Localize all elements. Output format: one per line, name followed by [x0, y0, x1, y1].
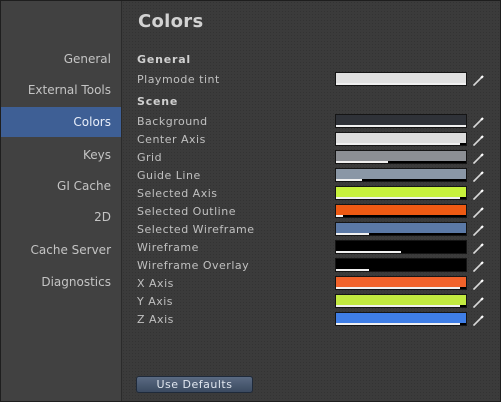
alpha-bar [336, 251, 466, 253]
alpha-bar [336, 233, 466, 235]
eyedropper-icon[interactable] [472, 72, 486, 86]
color-swatch-fill [336, 277, 466, 287]
color-swatch-fill [336, 187, 466, 197]
alpha-bar-fill [336, 269, 369, 271]
alpha-bar [336, 161, 466, 163]
sidebar-item-diagnostics[interactable]: Diagnostics [1, 267, 121, 297]
eyedropper-icon[interactable] [472, 168, 486, 182]
alpha-bar [336, 83, 466, 85]
alpha-bar-fill [336, 125, 466, 127]
color-label-wireframe: Wireframe [137, 241, 199, 254]
color-swatch-fill [336, 169, 466, 179]
color-label-z-axis: Z Axis [137, 313, 174, 326]
color-label-selected-axis: Selected Axis [137, 187, 218, 200]
eyedropper-icon[interactable] [472, 240, 486, 254]
color-swatch-grid[interactable] [335, 150, 467, 164]
alpha-bar-fill [336, 305, 460, 307]
color-swatch-fill [336, 133, 466, 143]
color-swatch-z-axis[interactable] [335, 312, 467, 326]
eyedropper-icon[interactable] [472, 114, 486, 128]
eyedropper-icon[interactable] [472, 204, 486, 218]
sidebar-item-keys[interactable]: Keys [1, 140, 121, 170]
section-header-general: General [137, 53, 191, 66]
color-label-selected-wireframe: Selected Wireframe [137, 223, 255, 236]
color-swatch-y-axis[interactable] [335, 294, 467, 308]
eyedropper-icon[interactable] [472, 276, 486, 290]
color-label-x-axis: X Axis [137, 277, 174, 290]
alpha-bar-fill [336, 83, 466, 85]
color-swatch-wireframe[interactable] [335, 240, 467, 254]
alpha-bar [336, 125, 466, 127]
eyedropper-icon[interactable] [472, 312, 486, 326]
color-label-selected-outline: Selected Outline [137, 205, 236, 218]
sidebar-item-cache-server[interactable]: Cache Server [1, 235, 121, 265]
color-swatch-fill [336, 313, 466, 323]
page-title: Colors [138, 11, 204, 32]
color-label-background: Background [137, 115, 208, 128]
alpha-bar [336, 143, 466, 145]
color-swatch-wireframe-overlay[interactable] [335, 258, 467, 272]
sidebar-item-2d[interactable]: 2D [1, 202, 121, 232]
color-swatch-selected-axis[interactable] [335, 186, 467, 200]
sidebar-item-gi-cache[interactable]: GI Cache [1, 171, 121, 201]
color-label-y-axis: Y Axis [137, 295, 174, 308]
color-swatch-fill [336, 241, 466, 251]
alpha-bar-fill [336, 233, 369, 235]
use-defaults-button[interactable]: Use Defaults [136, 376, 253, 393]
alpha-bar-fill [336, 161, 388, 163]
preferences-sidebar: General External Tools Colors Keys GI Cache 2… [1, 1, 122, 401]
section-header-scene: Scene [137, 95, 179, 108]
sidebar-item-external-tools[interactable]: External Tools [1, 75, 121, 105]
color-swatch-fill [336, 151, 466, 161]
color-label-playmode-tint: Playmode tint [137, 73, 220, 86]
alpha-bar [336, 305, 466, 307]
alpha-bar-fill [336, 197, 460, 199]
color-swatch-fill [336, 205, 466, 215]
color-swatch-fill [336, 115, 466, 125]
color-swatch-selected-wireframe[interactable] [335, 222, 467, 236]
color-label-center-axis: Center Axis [137, 133, 206, 146]
color-swatch-guide-line[interactable] [335, 168, 467, 182]
sidebar-item-general[interactable]: General [1, 44, 121, 74]
alpha-bar [336, 179, 466, 181]
alpha-bar-fill [336, 287, 460, 289]
color-swatch-background[interactable] [335, 114, 467, 128]
alpha-bar [336, 215, 466, 217]
alpha-bar-fill [336, 215, 343, 217]
eyedropper-icon[interactable] [472, 222, 486, 236]
alpha-bar-fill [336, 179, 362, 181]
eyedropper-icon[interactable] [472, 186, 486, 200]
eyedropper-icon[interactable] [472, 294, 486, 308]
sidebar-item-colors[interactable]: Colors [1, 107, 121, 137]
colors-panel: Colors General Scene Use Defaults Playmo… [122, 1, 500, 401]
color-swatch-fill [336, 73, 466, 83]
color-label-wireframe-overlay: Wireframe Overlay [137, 259, 250, 272]
color-swatch-center-axis[interactable] [335, 132, 467, 146]
color-label-guide-line: Guide Line [137, 169, 201, 182]
eyedropper-icon[interactable] [472, 258, 486, 272]
alpha-bar-fill [336, 251, 401, 253]
alpha-bar-fill [336, 143, 460, 145]
alpha-bar [336, 197, 466, 199]
preferences-window: General External Tools Colors Keys GI Cache 2… [0, 0, 501, 402]
color-swatch-fill [336, 259, 466, 269]
alpha-bar-fill [336, 323, 460, 325]
color-swatch-x-axis[interactable] [335, 276, 467, 290]
color-swatch-playmode-tint[interactable] [335, 72, 467, 86]
alpha-bar [336, 323, 466, 325]
color-swatch-fill [336, 223, 466, 233]
eyedropper-icon[interactable] [472, 150, 486, 164]
color-swatch-selected-outline[interactable] [335, 204, 467, 218]
color-label-grid: Grid [137, 151, 163, 164]
alpha-bar [336, 287, 466, 289]
alpha-bar [336, 269, 466, 271]
eyedropper-icon[interactable] [472, 132, 486, 146]
color-swatch-fill [336, 295, 466, 305]
